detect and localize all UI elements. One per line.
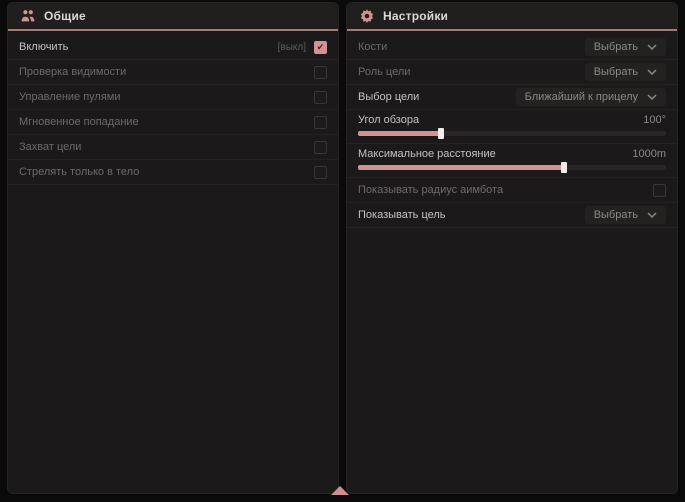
cursor-triangle-icon [331, 486, 349, 495]
visibility-check-checkbox[interactable] [314, 66, 327, 79]
hotkey-badge: [выкл] [278, 42, 306, 53]
target-role-select[interactable]: Выбрать [585, 63, 666, 81]
row-body-only-label: Стрелять только в тело [19, 166, 139, 178]
row-enable[interactable]: Включить [выкл] ✔ [8, 35, 338, 60]
gear-icon [359, 8, 375, 24]
target-selection-select-value: Ближайший к прицелу [525, 91, 638, 103]
bullet-control-checkbox[interactable] [314, 91, 327, 104]
row-target-selection: Выбор цели Ближайший к прицелу [347, 85, 677, 110]
settings-rows: Кости Выбрать Роль цели Выбрать Выбор це… [347, 31, 677, 228]
row-show-target-label: Показывать цель [358, 209, 446, 221]
show-target-select-value: Выбрать [594, 209, 638, 221]
show-target-select[interactable]: Выбрать [585, 206, 666, 224]
row-target-lock[interactable]: Захват цели [8, 135, 338, 160]
general-panel: Общие Включить [выкл] ✔ Проверка видимос… [7, 2, 339, 494]
row-max-distance-label: Максимальное расстояние [358, 148, 496, 160]
target-lock-checkbox[interactable] [314, 141, 327, 154]
fov-slider[interactable] [358, 131, 666, 136]
row-target-role: Роль цели Выбрать [347, 60, 677, 85]
row-bones: Кости Выбрать [347, 35, 677, 60]
row-show-radius[interactable]: Показывать радиус аимбота [347, 178, 677, 203]
row-enable-label: Включить [19, 41, 68, 53]
row-max-distance: Максимальное расстояние 1000m [347, 144, 677, 178]
instant-hit-checkbox[interactable] [314, 116, 327, 129]
fov-value: 100° [643, 114, 666, 126]
body-only-checkbox[interactable] [314, 166, 327, 179]
row-target-lock-label: Захват цели [19, 141, 81, 153]
enable-checkbox[interactable]: ✔ [314, 41, 327, 54]
max-distance-slider[interactable] [358, 165, 666, 170]
target-selection-select[interactable]: Ближайший к прицелу [516, 88, 666, 106]
settings-panel-header: Настройки [347, 3, 677, 31]
row-body-only[interactable]: Стрелять только в тело [8, 160, 338, 185]
row-instant-hit[interactable]: Мгновенное попадание [8, 110, 338, 135]
general-panel-header: Общие [8, 3, 338, 31]
fov-slider-fill [358, 131, 441, 136]
chevron-down-icon [647, 69, 657, 75]
row-show-radius-label: Показывать радиус аимбота [358, 184, 503, 196]
max-distance-value: 1000m [632, 148, 666, 160]
row-target-selection-label: Выбор цели [358, 91, 419, 103]
row-target-role-label: Роль цели [358, 66, 410, 78]
row-fov-label: Угол обзора [358, 114, 419, 126]
bones-select[interactable]: Выбрать [585, 38, 666, 56]
row-bones-label: Кости [358, 41, 387, 53]
max-distance-slider-handle[interactable] [561, 162, 567, 173]
users-icon [20, 8, 36, 24]
general-rows: Включить [выкл] ✔ Проверка видимости Упр… [8, 31, 338, 185]
settings-panel: Настройки Кости Выбрать Роль цели Выбрат… [346, 2, 678, 494]
chevron-down-icon [647, 212, 657, 218]
target-role-select-value: Выбрать [594, 66, 638, 78]
chevron-down-icon [647, 44, 657, 50]
row-bullet-control[interactable]: Управление пулями [8, 85, 338, 110]
row-bullet-control-label: Управление пулями [19, 91, 121, 103]
row-instant-hit-label: Мгновенное попадание [19, 116, 139, 128]
show-radius-checkbox[interactable] [653, 184, 666, 197]
chevron-down-icon [647, 94, 657, 100]
fov-slider-handle[interactable] [438, 128, 444, 139]
row-visibility-check-label: Проверка видимости [19, 66, 126, 78]
row-visibility-check[interactable]: Проверка видимости [8, 60, 338, 85]
settings-panel-title: Настройки [383, 9, 448, 23]
max-distance-slider-fill [358, 165, 564, 170]
general-panel-title: Общие [44, 9, 86, 23]
row-fov: Угол обзора 100° [347, 110, 677, 144]
row-show-target: Показывать цель Выбрать [347, 203, 677, 228]
bones-select-value: Выбрать [594, 41, 638, 53]
